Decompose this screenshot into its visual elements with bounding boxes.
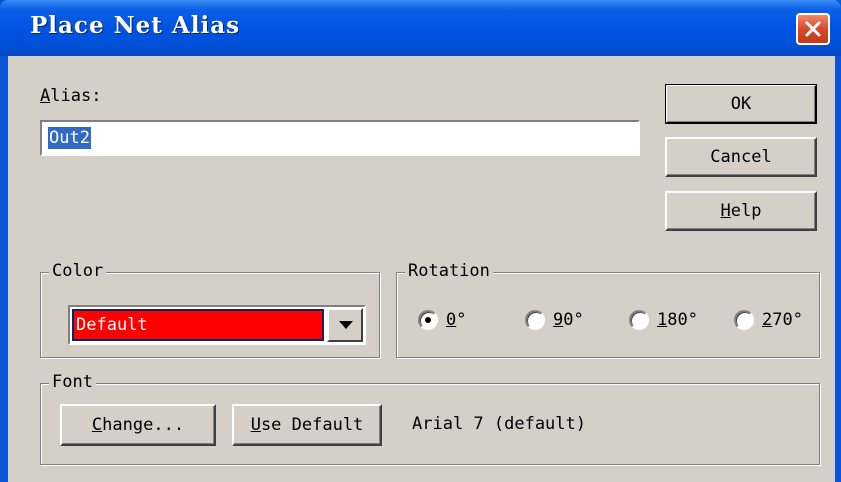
use-default-font-button-label: Use Default	[250, 415, 364, 435]
color-dropdown[interactable]: Default	[68, 305, 366, 345]
radio-unchecked-icon	[734, 310, 754, 330]
place-net-alias-dialog: Place Net Alias Alias: Out2 OK Cancel He…	[0, 0, 841, 482]
ok-button-label: OK	[730, 94, 752, 114]
rotation-group-label: Rotation	[405, 261, 493, 281]
rotation-option-label: 180°	[657, 310, 698, 330]
ok-button[interactable]: OK	[665, 84, 817, 124]
font-group-label: Font	[49, 372, 96, 392]
close-icon	[805, 21, 821, 37]
rotation-option-label: 0°	[446, 310, 467, 330]
rotation-option-180[interactable]: 180°	[629, 305, 698, 335]
font-description: Arial 7 (default)	[412, 414, 586, 434]
color-group-label: Color	[49, 261, 107, 281]
help-button[interactable]: Help	[665, 191, 817, 231]
cancel-button[interactable]: Cancel	[665, 137, 817, 177]
rotation-option-label: 270°	[762, 310, 803, 330]
close-button[interactable]	[796, 13, 830, 45]
chevron-down-icon	[339, 321, 353, 329]
title-bar[interactable]: Place Net Alias	[0, 0, 841, 56]
radio-checked-icon	[418, 310, 438, 330]
change-font-button[interactable]: Change...	[60, 404, 216, 446]
change-font-button-label: Change...	[91, 415, 185, 435]
window-title: Place Net Alias	[30, 12, 241, 39]
color-dropdown-button[interactable]	[327, 308, 363, 342]
radio-unchecked-icon	[525, 310, 545, 330]
rotation-option-0[interactable]: 0°	[418, 305, 467, 335]
alias-label: Alias:	[40, 86, 102, 106]
cancel-button-label: Cancel	[710, 147, 772, 167]
use-default-font-button[interactable]: Use Default	[232, 404, 382, 446]
rotation-option-90[interactable]: 90°	[525, 305, 584, 335]
rotation-option-label: 90°	[553, 310, 584, 330]
alias-input[interactable]: Out2	[40, 120, 640, 156]
alias-input-value: Out2	[48, 127, 91, 149]
color-dropdown-value: Default	[72, 309, 324, 341]
radio-unchecked-icon	[629, 310, 649, 330]
help-button-label: Help	[720, 201, 762, 221]
rotation-option-270[interactable]: 270°	[734, 305, 803, 335]
